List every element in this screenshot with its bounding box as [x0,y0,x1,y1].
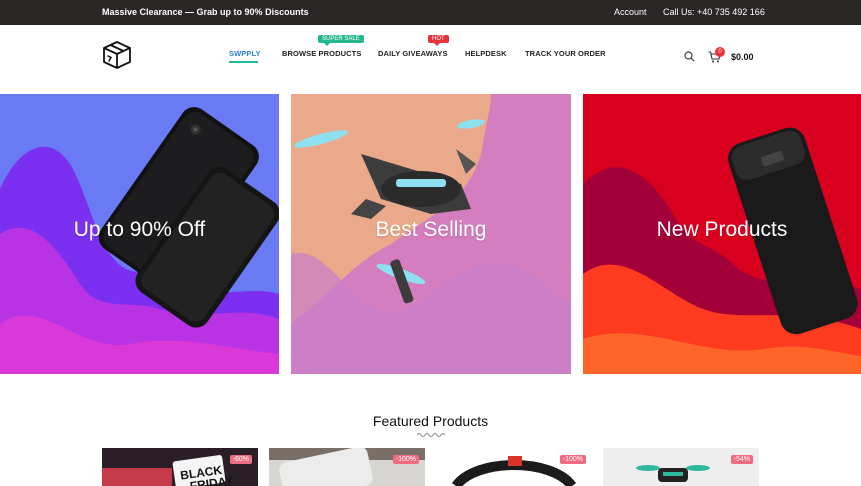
phone-number: Call Us: +40 735 492 166 [663,7,765,17]
discount-badge: -54% [730,455,753,464]
product-card[interactable]: -100% [269,448,425,486]
nav-item-browse-products[interactable]: BROWSE PRODUCTS [282,49,361,58]
banner-new-products-label: New Products [656,218,788,241]
featured-products-title: Featured Products [372,413,489,429]
product-card[interactable]: BLACK FRIDAY -60% [102,448,258,486]
banner-best-selling-label: Best Selling [375,218,487,241]
product-card[interactable]: -54% [603,448,759,486]
top-bar: Massive Clearance — Grab up to 90% Disco… [0,0,861,25]
cart-count-badge: 0 [715,47,725,57]
nav-item-swpply[interactable]: SWPPLY [229,49,261,58]
super-sale-badge: SUPER SALE [318,35,364,46]
product-card[interactable]: -100% [436,448,592,486]
hot-badge: HOT [428,35,449,46]
box-logo-icon[interactable] [101,39,133,71]
banner-discount-label: Up to 90% Off [73,218,206,241]
product-image [603,448,759,486]
discount-badge: -60% [229,455,252,464]
nav-item-helpdesk[interactable]: HELPDESK [465,49,507,58]
search-icon[interactable] [684,51,695,62]
product-image: BLACK FRIDAY [102,448,258,486]
cart-total[interactable]: $0.00 [731,52,754,62]
banner-best-selling[interactable]: Best Selling [291,94,571,374]
banner-discount[interactable]: Up to 90% Off [0,94,279,374]
product-image [436,448,592,486]
discount-badge: -100% [392,455,419,464]
banner-new-products[interactable]: New Products [583,94,861,374]
product-image [269,448,425,486]
promo-text: Massive Clearance — Grab up to 90% Disco… [102,7,309,17]
account-link[interactable]: Account [614,7,647,17]
wave-divider-icon [417,433,445,437]
nav-item-track-order[interactable]: TRACK YOUR ORDER [525,49,606,58]
active-nav-underline [229,61,258,63]
header: SWPPLY SUPER SALE BROWSE PRODUCTS HOT DA… [0,25,861,94]
discount-badge: -100% [559,455,586,464]
nav-item-daily-giveaways[interactable]: DAILY GIVEAWAYS [378,49,448,58]
